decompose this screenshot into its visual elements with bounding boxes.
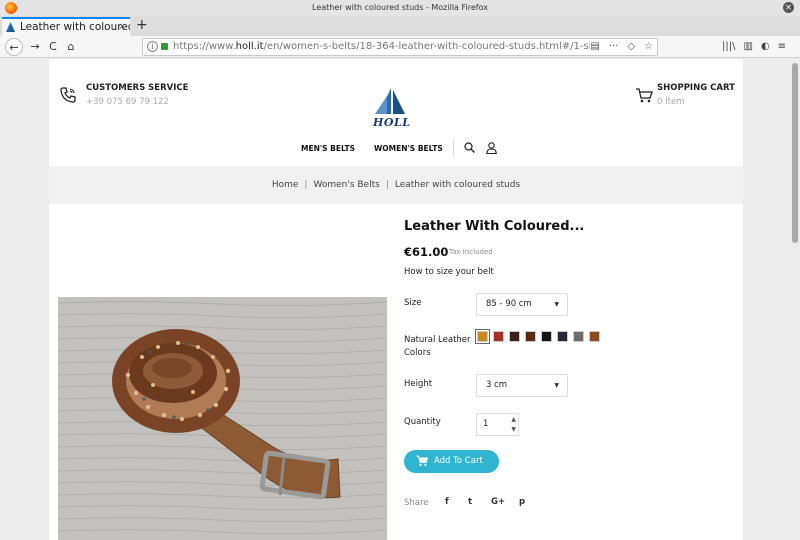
customer-service-title: CUSTOMERS SERVICE (86, 83, 189, 93)
colors-label: Natural Leather Colors (404, 335, 471, 358)
color-swatch[interactable] (475, 329, 490, 344)
quantity-value: 1 (483, 419, 489, 429)
menu-womens-belts[interactable]: WOMEN'S BELTS (374, 144, 443, 153)
reload-button[interactable]: C (44, 38, 62, 56)
increment-icon[interactable]: ▲ (511, 415, 516, 424)
scrollbar-thumb[interactable] (792, 63, 798, 243)
holl-favicon-icon (6, 22, 15, 32)
page-actions-icon[interactable]: ··· (609, 39, 619, 55)
phone-icon (60, 87, 76, 103)
cart-icon (416, 455, 428, 467)
tab-close-icon[interactable]: × (118, 19, 126, 35)
library-icon[interactable]: |||\ (722, 38, 735, 56)
breadcrumb-separator: | (385, 180, 389, 190)
cart-icon (636, 88, 653, 103)
hamburger-menu-icon[interactable]: ≡ (778, 38, 786, 56)
decrement-icon[interactable]: ▼ (511, 425, 516, 434)
forward-button[interactable]: → (26, 38, 44, 56)
color-swatch[interactable] (525, 331, 536, 342)
firefox-logo-icon (5, 2, 17, 14)
share-label: Share (404, 498, 429, 508)
breadcrumb-current: Leather with coloured studs (394, 180, 521, 190)
tab-active[interactable]: Leather with coloured × (2, 17, 130, 36)
add-to-cart-button[interactable]: Add To Cart (404, 450, 499, 473)
quantity-stepper[interactable]: 1 ▲ ▼ (476, 413, 519, 436)
color-swatch[interactable] (541, 331, 552, 342)
page-content: CUSTOMERS SERVICE +39 075 69 79 122 HOLL… (49, 59, 743, 540)
window-close-icon[interactable]: ✕ (783, 2, 794, 13)
breadcrumb-home[interactable]: Home (272, 180, 299, 190)
url-path: /en/women-s-belts/18-364-leather-with-co… (263, 41, 603, 52)
color-swatch[interactable] (557, 331, 568, 342)
height-label: Height (404, 379, 433, 389)
tab-label: Leather with coloured (20, 21, 130, 33)
url-bar[interactable]: i https://www.holl.it/en/women-s-belts/1… (142, 38, 658, 56)
color-swatch[interactable] (573, 331, 584, 342)
lock-icon (161, 43, 168, 50)
new-tab-button[interactable]: + (136, 16, 148, 35)
holl-logo[interactable]: HOLL (367, 86, 415, 130)
product-image[interactable] (58, 297, 387, 540)
customer-service-phone: +39 075 69 79 122 (86, 97, 169, 107)
twitter-icon[interactable]: t (468, 497, 472, 507)
pinterest-icon[interactable]: p (519, 497, 525, 507)
color-swatch[interactable] (589, 331, 600, 342)
main-menu: MEN'S BELTS WOMEN'S BELTS (49, 139, 743, 157)
height-select[interactable]: 3 cm ▼ (476, 374, 568, 397)
sidebar-icon[interactable]: ▥ (743, 38, 752, 56)
url-domain: holl.it (235, 41, 264, 52)
account-icon[interactable]: ◐ (761, 38, 770, 56)
back-button[interactable]: ← (5, 38, 23, 56)
reader-view-icon[interactable]: ▤ (590, 39, 599, 55)
menu-mens-belts[interactable]: MEN'S BELTS (301, 144, 355, 153)
color-swatch[interactable] (509, 331, 520, 342)
facebook-icon[interactable]: f (445, 497, 449, 507)
chevron-down-icon: ▼ (554, 382, 559, 389)
color-swatch[interactable] (493, 331, 504, 342)
bookmark-star-icon[interactable]: ☆ (644, 39, 653, 55)
tab-bar: Leather with coloured × + (0, 16, 800, 36)
color-swatches (475, 329, 600, 344)
site-info-icon[interactable]: i (147, 41, 158, 52)
url-prefix: https://www. (173, 41, 236, 52)
navigation-toolbar: ← → C ⌂ i https://www.holl.it/en/women-s… (0, 36, 800, 58)
size-guide-link[interactable]: How to size your belt (404, 267, 494, 277)
quantity-label: Quantity (404, 417, 441, 427)
page-viewport: CUSTOMERS SERVICE +39 075 69 79 122 HOLL… (0, 59, 800, 540)
cart-title: SHOPPING CART (657, 83, 735, 93)
window-title: Leather with coloured studs - Mozilla Fi… (312, 3, 488, 12)
size-select-value: 85 - 90 cm (486, 299, 532, 309)
home-button[interactable]: ⌂ (62, 38, 80, 56)
tax-note: Tax Included (449, 248, 493, 256)
user-account-icon[interactable] (486, 142, 497, 154)
sailboat-logo-icon (375, 88, 405, 114)
breadcrumb-separator: | (304, 180, 308, 190)
pocket-icon[interactable]: ◇ (627, 39, 635, 55)
breadcrumb: Home | Women's Belts | Leather with coloured… (49, 166, 743, 204)
cart-count: 0 Item (657, 97, 685, 107)
menu-divider (453, 139, 454, 157)
add-to-cart-label: Add To Cart (434, 456, 483, 466)
google-plus-icon[interactable]: G+ (491, 497, 505, 507)
search-icon[interactable] (464, 142, 475, 153)
chevron-down-icon: ▼ (554, 301, 559, 308)
product-price: €61.00 (404, 245, 449, 259)
breadcrumb-category[interactable]: Women's Belts (313, 180, 379, 190)
window-titlebar: Leather with coloured studs - Mozilla Fi… (0, 0, 800, 16)
product-title: Leather With Coloured... (404, 219, 585, 234)
logo-text: HOLL (373, 116, 411, 129)
height-select-value: 3 cm (486, 380, 508, 390)
size-label: Size (404, 298, 422, 308)
size-select[interactable]: 85 - 90 cm ▼ (476, 293, 568, 316)
belt-photo (58, 297, 387, 540)
